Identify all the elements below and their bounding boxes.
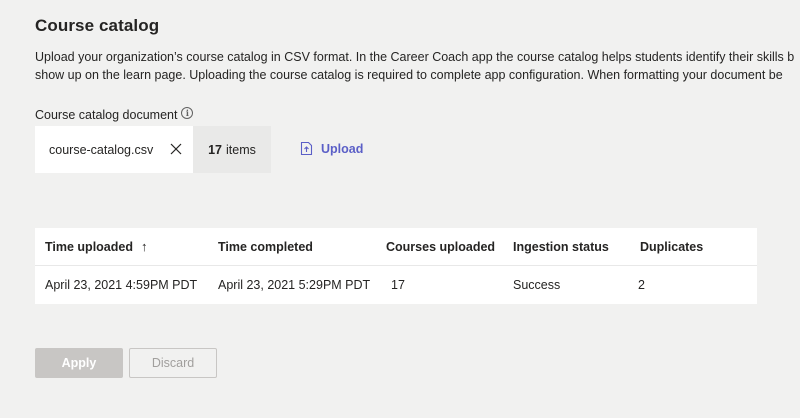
table-header-row: Time uploaded ↑ Time completed Courses up… xyxy=(35,228,757,266)
apply-button[interactable]: Apply xyxy=(35,348,123,378)
field-label-text: Course catalog document xyxy=(35,108,178,122)
page-description: Upload your organization’s course catalo… xyxy=(35,48,800,84)
table-row: April 23, 2021 4:59PM PDT April 23, 2021… xyxy=(35,266,757,304)
file-chip: course-catalog.csv xyxy=(35,126,193,173)
item-count-number: 17 xyxy=(208,142,223,157)
item-count-badge: 17 items xyxy=(193,126,271,173)
cell-duplicates: 2 xyxy=(638,278,645,292)
description-line-2: show up on the learn page. Uploading the… xyxy=(35,68,783,82)
close-icon[interactable] xyxy=(169,142,183,156)
column-header-ingestion-status[interactable]: Ingestion status xyxy=(513,228,609,266)
cell-time-completed: April 23, 2021 5:29PM PDT xyxy=(218,278,371,292)
page-title: Course catalog xyxy=(35,16,160,35)
cell-courses-uploaded: 17 xyxy=(391,278,405,292)
column-header-courses-uploaded[interactable]: Courses uploaded xyxy=(386,228,495,266)
upload-button[interactable]: Upload xyxy=(300,141,363,156)
item-count-suffix: items xyxy=(226,142,256,157)
column-header-label: Time uploaded xyxy=(45,240,133,254)
sort-ascending-icon[interactable]: ↑ xyxy=(141,239,148,254)
course-catalog-field-label: Course catalog document i xyxy=(35,107,194,122)
upload-history-table: Time uploaded ↑ Time completed Courses up… xyxy=(35,228,757,304)
info-icon[interactable]: i xyxy=(181,107,194,119)
discard-button[interactable]: Discard xyxy=(129,348,217,378)
column-header-time-completed[interactable]: Time completed xyxy=(218,228,313,266)
file-name: course-catalog.csv xyxy=(49,142,154,157)
upload-icon xyxy=(300,141,313,156)
upload-label: Upload xyxy=(321,141,364,156)
cell-time-uploaded: April 23, 2021 4:59PM PDT xyxy=(45,278,198,292)
column-header-duplicates[interactable]: Duplicates xyxy=(640,228,703,266)
column-header-time-uploaded[interactable]: Time uploaded ↑ xyxy=(45,228,147,266)
description-line-1: Upload your organization’s course catalo… xyxy=(35,50,795,64)
cell-ingestion-status: Success xyxy=(513,278,561,292)
